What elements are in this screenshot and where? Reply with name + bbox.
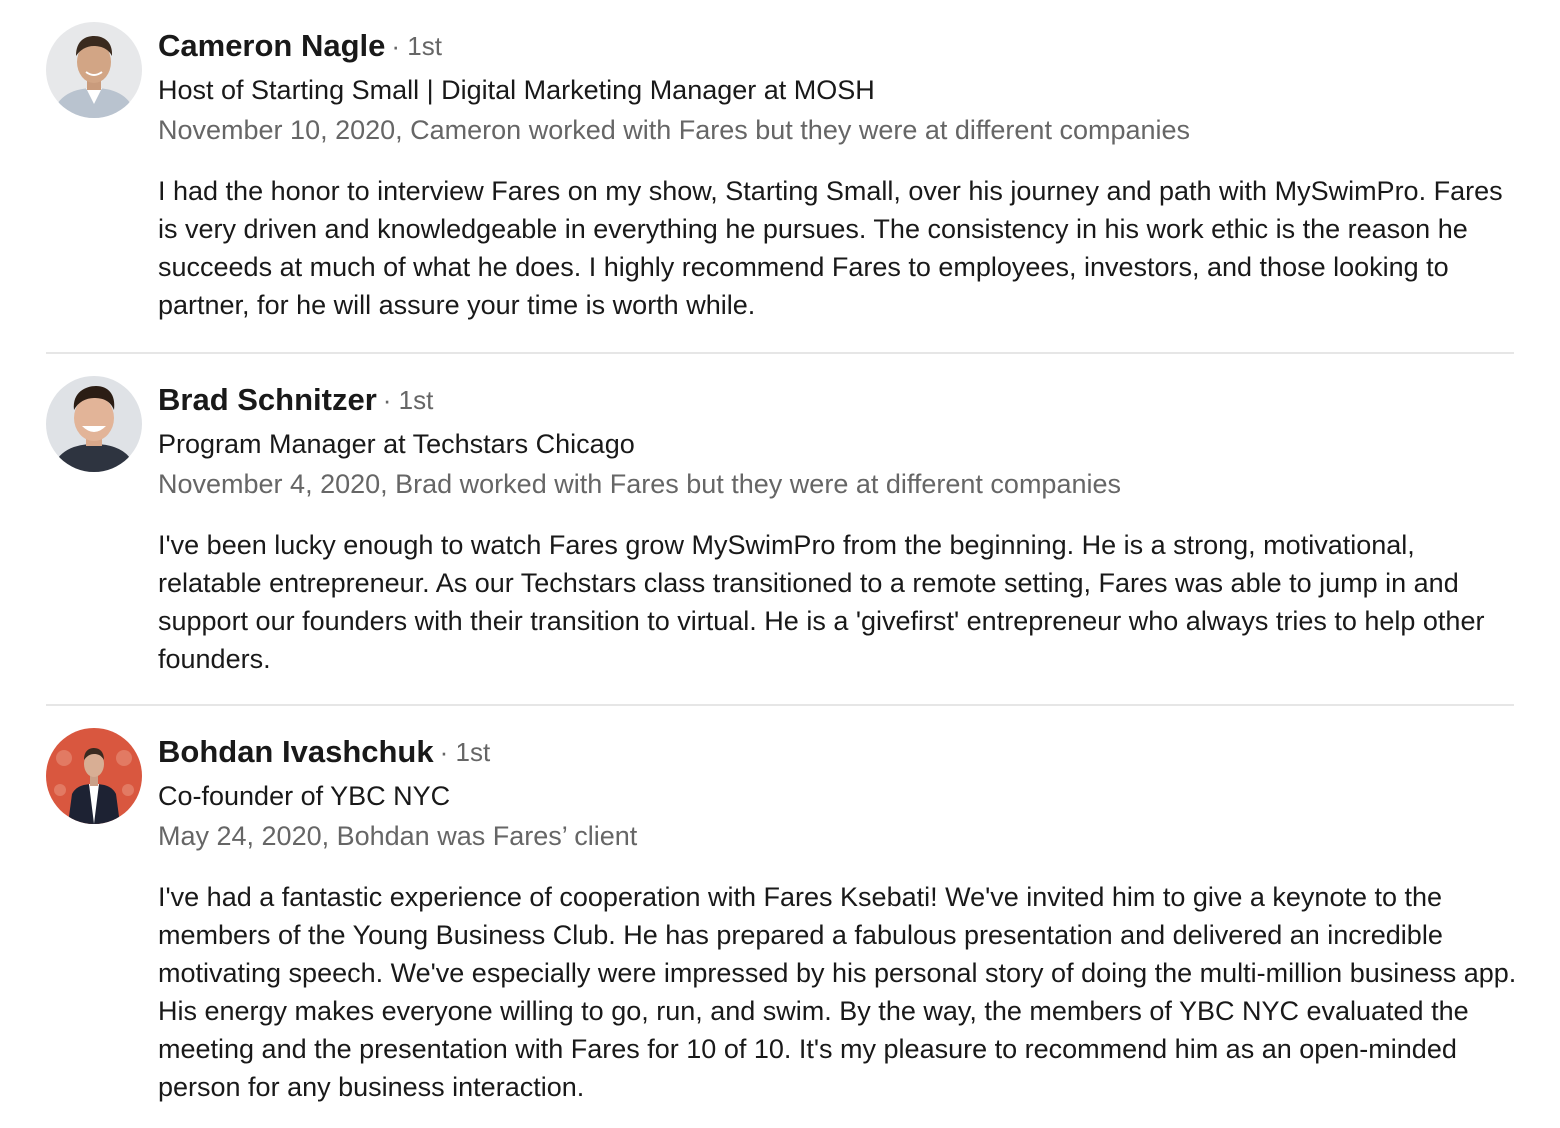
recommender-headline: Co-founder of YBC NYC — [158, 781, 451, 811]
recommender-name[interactable]: Bohdan Ivashchuk — [158, 734, 434, 770]
recommendation-meta: May 24, 2020, Bohdan was Fares’ client — [158, 821, 638, 851]
name-row: Cameron Nagle · 1st — [158, 22, 1514, 70]
name-row: Brad Schnitzer · 1st — [158, 376, 1514, 424]
recommendation-text: I've had a fantastic experience of coope… — [158, 882, 1517, 1102]
recommendation-text: I had the honor to interview Fares on my… — [158, 176, 1503, 320]
connection-degree: · 1st — [439, 736, 491, 767]
recommender-headline: Host of Starting Small | Digital Marketi… — [158, 75, 875, 105]
avatar[interactable] — [46, 376, 142, 472]
recommender-headline: Program Manager at Techstars Chicago — [158, 429, 635, 459]
recommendation-item: Bohdan Ivashchuk · 1st Co-founder of YBC… — [46, 704, 1516, 1102]
avatar[interactable] — [46, 22, 142, 118]
avatar[interactable] — [46, 728, 142, 824]
recommendation-item: Cameron Nagle · 1st Host of Starting Sma… — [46, 0, 1514, 352]
name-row: Bohdan Ivashchuk · 1st — [158, 728, 1514, 776]
recommender-name[interactable]: Brad Schnitzer — [158, 382, 377, 418]
recommendations-list: Cameron Nagle · 1st Host of Starting Sma… — [46, 0, 1516, 1102]
recommendation-content: Brad Schnitzer · 1st Program Manager at … — [158, 376, 1514, 678]
connection-degree: · 1st — [382, 384, 434, 415]
recommendation-content: Cameron Nagle · 1st Host of Starting Sma… — [158, 22, 1514, 324]
connection-degree: · 1st — [391, 30, 442, 61]
recommendation-item: Brad Schnitzer · 1st Program Manager at … — [46, 352, 1514, 704]
recommendation-meta: November 10, 2020, Cameron worked with F… — [158, 115, 1191, 145]
recommendation-meta: November 4, 2020, Brad worked with Fares… — [158, 469, 1121, 499]
recommender-name[interactable]: Cameron Nagle — [158, 28, 385, 64]
recommendation-text: I've been lucky enough to watch Fares gr… — [158, 530, 1485, 674]
recommendation-content: Bohdan Ivashchuk · 1st Co-founder of YBC… — [158, 728, 1516, 1106]
